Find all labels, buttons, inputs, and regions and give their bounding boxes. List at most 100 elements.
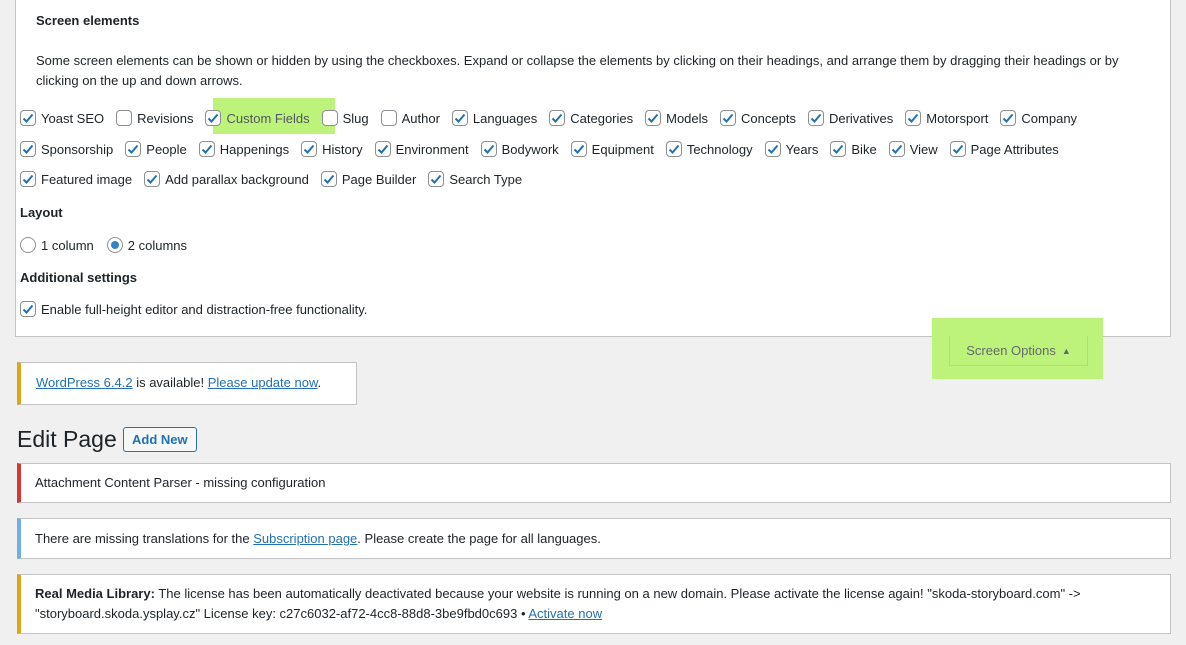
checkbox-label[interactable]: Derivatives [829, 111, 893, 126]
checkbox-label[interactable]: Happenings [220, 142, 289, 157]
checkbox-label[interactable]: Slug [343, 111, 369, 126]
checkbox-bodywork[interactable]: Bodywork [480, 141, 571, 157]
checkbox-label[interactable]: Sponsorship [41, 142, 113, 157]
checkbox-label[interactable]: Years [786, 142, 819, 157]
checkbox-page-attributes[interactable]: Page Attributes [949, 141, 1071, 157]
checkbox-box[interactable] [20, 171, 36, 187]
checkbox-label[interactable]: Revisions [137, 111, 193, 126]
checkbox-box[interactable] [116, 110, 133, 126]
subscription-page-link[interactable]: Subscription page [253, 531, 357, 546]
checkbox-full-height-editor[interactable]: Enable full-height editor and distractio… [20, 301, 379, 317]
checkbox-search-type[interactable]: Search Type [428, 171, 534, 187]
checkbox-box[interactable] [374, 141, 391, 157]
checkbox-motorsport[interactable]: Motorsport [905, 110, 1000, 126]
checkbox-label[interactable]: Enable full-height editor and distractio… [41, 302, 367, 317]
radio-2-columns[interactable] [106, 237, 123, 253]
checkbox-box[interactable] [380, 110, 397, 126]
checkbox-box[interactable] [428, 171, 445, 187]
checkbox-box[interactable] [807, 110, 824, 126]
checkbox-label[interactable]: Author [402, 111, 440, 126]
checkbox-box[interactable] [888, 141, 905, 157]
checkbox-custom-fields[interactable]: Custom Fields [205, 110, 321, 126]
checkbox-label[interactable]: Yoast SEO [41, 111, 104, 126]
checkbox-years[interactable]: Years [764, 141, 831, 157]
checkbox-label[interactable]: Technology [687, 142, 753, 157]
checkbox-box[interactable] [665, 141, 682, 157]
checkbox-box[interactable] [949, 141, 966, 157]
checkbox-box[interactable] [764, 141, 781, 157]
checkbox-label[interactable]: View [910, 142, 938, 157]
checkbox-revisions[interactable]: Revisions [116, 110, 205, 126]
checkbox-models[interactable]: Models [645, 110, 720, 126]
checkbox-languages[interactable]: Languages [451, 110, 549, 126]
checkbox-box[interactable] [720, 110, 737, 126]
checkbox-box[interactable] [301, 141, 318, 157]
checkbox-label[interactable]: History [322, 142, 362, 157]
checkbox-derivatives[interactable]: Derivatives [807, 110, 905, 126]
checkbox-box[interactable] [645, 110, 662, 126]
checkbox-featured-image[interactable]: Featured image [20, 171, 144, 187]
checkbox-box[interactable] [830, 141, 847, 157]
checkbox-label[interactable]: Company [1021, 111, 1077, 126]
checkbox-label[interactable]: Search Type [449, 172, 522, 187]
checkbox-label[interactable]: Categories [570, 111, 633, 126]
checkbox-history[interactable]: History [301, 141, 374, 157]
checkbox-box[interactable] [570, 141, 587, 157]
checkbox-box[interactable] [321, 110, 338, 126]
checkbox-label[interactable]: Page Builder [342, 172, 416, 187]
checkbox-page-builder[interactable]: Page Builder [320, 171, 428, 187]
checkbox-happenings[interactable]: Happenings [198, 141, 301, 157]
checkbox-box[interactable] [905, 110, 922, 126]
checkbox-box[interactable] [144, 171, 161, 187]
checkbox-sponsorship[interactable]: Sponsorship [20, 141, 125, 157]
translations-info-notice: There are missing translations for the S… [17, 518, 1171, 559]
checkbox-box[interactable] [198, 141, 215, 157]
checkbox-view[interactable]: View [888, 141, 950, 157]
checkbox-box[interactable] [320, 171, 337, 187]
checkbox-box[interactable] [1000, 110, 1017, 126]
checkbox-box[interactable] [20, 141, 36, 157]
checkbox-row-3: Featured image Add parallax background Pag… [20, 169, 534, 189]
checkbox-label[interactable]: Models [666, 111, 708, 126]
checkbox-concepts[interactable]: Concepts [720, 110, 808, 126]
checkbox-label[interactable]: Motorsport [926, 111, 988, 126]
checkbox-author[interactable]: Author [380, 110, 452, 126]
checkbox-box[interactable] [451, 110, 468, 126]
page-title: Edit Page [17, 426, 117, 452]
checkbox-label[interactable]: Add parallax background [165, 172, 309, 187]
checkbox-label[interactable]: Custom Fields [226, 111, 309, 126]
checkbox-label[interactable]: Languages [473, 111, 537, 126]
checkbox-label[interactable]: Environment [396, 142, 469, 157]
checkbox-label[interactable]: Concepts [741, 111, 796, 126]
checkbox-box[interactable] [125, 141, 142, 157]
checkbox-yoast-seo[interactable]: Yoast SEO [20, 110, 116, 126]
checkbox-environment[interactable]: Environment [374, 141, 481, 157]
checkbox-box[interactable] [480, 141, 497, 157]
checkbox-box[interactable] [549, 110, 566, 126]
radio-1-column-label[interactable]: 1 column [41, 238, 94, 253]
checkbox-add-parallax-background[interactable]: Add parallax background [144, 171, 321, 187]
checkbox-technology[interactable]: Technology [665, 141, 765, 157]
checkbox-people[interactable]: People [125, 141, 198, 157]
checkbox-box[interactable] [205, 110, 222, 126]
checkbox-label[interactable]: Equipment [592, 142, 654, 157]
radio-1-column[interactable] [20, 237, 36, 253]
screen-options-button[interactable]: Screen Options ▲ [949, 336, 1088, 366]
checkbox-label[interactable]: People [146, 142, 186, 157]
radio-2-columns-label[interactable]: 2 columns [128, 238, 187, 253]
checkbox-slug[interactable]: Slug [321, 110, 381, 126]
checkbox-label[interactable]: Bodywork [502, 142, 559, 157]
checkbox-bike[interactable]: Bike [830, 141, 888, 157]
checkbox-categories[interactable]: Categories [549, 110, 645, 126]
checkbox-label[interactable]: Featured image [41, 172, 132, 187]
checkbox-company[interactable]: Company [1000, 110, 1089, 126]
checkbox-box[interactable] [20, 110, 36, 126]
please-update-link[interactable]: Please update now [208, 375, 318, 390]
add-new-button[interactable]: Add New [123, 427, 197, 452]
checkbox-label[interactable]: Bike [851, 142, 876, 157]
wordpress-version-link[interactable]: WordPress 6.4.2 [36, 375, 133, 390]
checkbox-label[interactable]: Page Attributes [971, 142, 1059, 157]
activate-now-link[interactable]: Activate now [528, 606, 602, 621]
checkbox-box[interactable] [20, 301, 36, 317]
checkbox-equipment[interactable]: Equipment [570, 141, 666, 157]
